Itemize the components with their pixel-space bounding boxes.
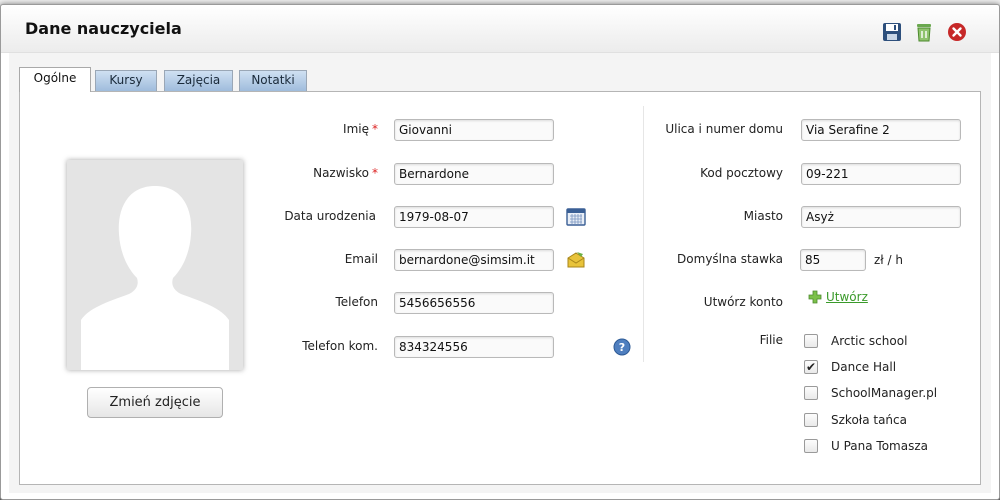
branch-name: SchoolManager.pl [831,386,938,400]
rate-unit: zł / h [874,253,903,267]
trash-icon [917,24,931,42]
calendar-button[interactable] [565,206,587,228]
branch-checkbox[interactable]: ✔ [804,360,818,374]
dialog-title: Dane nauczyciela [25,19,182,38]
create-account-link[interactable]: Utwórz [808,290,868,304]
branch-item: Arctic school [804,332,907,350]
last-name-label: Nazwisko * [313,166,378,180]
column-divider [643,106,644,362]
last-name-input[interactable] [394,163,554,185]
branch-name: Arctic school [831,334,908,348]
branches-label: Filie [759,333,783,347]
envelope-icon [567,252,585,268]
email-input[interactable] [394,249,554,271]
branch-item: SchoolManager.pl [804,384,937,402]
first-name-label: Imię * [343,122,378,136]
change-photo-button[interactable]: Zmień zdjęcie [87,387,223,418]
tab-general[interactable]: Ogólne [19,67,91,92]
close-button[interactable] [946,21,968,43]
branch-item: U Pana Tomasza [804,437,928,455]
email-label: Email [344,252,378,266]
mobile-input[interactable] [394,336,554,358]
branch-name: Szkoła tańca [831,413,907,427]
branch-checkbox[interactable] [804,413,818,427]
first-name-input[interactable] [394,119,554,141]
street-input[interactable] [801,119,961,141]
branch-checkbox[interactable] [804,334,818,348]
city-input[interactable] [801,206,961,228]
delete-button[interactable] [913,21,935,43]
branch-item: ✔ Dance Hall [804,358,896,376]
birth-date-input[interactable] [394,206,554,228]
teacher-dialog: Dane nauczyciela Ogólne Kursy Zajęcia No… [0,4,1000,500]
branch-item: Szkoła tańca [804,411,907,429]
send-email-button[interactable] [565,249,587,271]
close-icon [948,23,966,41]
tab-courses[interactable]: Kursy [95,70,157,91]
account-label: Utwórz konto [703,295,783,309]
tab-classes[interactable]: Zajęcia [164,70,233,91]
phone-input[interactable] [394,292,554,314]
branch-name: Dance Hall [831,360,897,374]
city-label: Miasto [743,209,783,223]
postal-code-input[interactable] [801,163,961,185]
phone-label: Telefon [335,295,378,309]
create-account-label: Utwórz [826,290,868,304]
branch-checkbox[interactable] [804,439,818,453]
tab-notes[interactable]: Notatki [239,70,307,91]
postal-code-label: Kod pocztowy [700,166,783,180]
save-button[interactable] [881,21,903,43]
plus-icon [808,290,822,304]
street-label: Ulica i numer domu [665,122,783,136]
branch-name: U Pana Tomasza [831,439,929,453]
branch-checkbox[interactable] [804,386,818,400]
dialog-body: Ogólne Kursy Zajęcia Notatki Zmień zdjęc… [9,53,991,493]
rate-input[interactable] [800,249,866,271]
dialog-header: Dane nauczyciela [1,5,999,53]
save-icon [883,23,901,41]
general-panel: Zmień zdjęcie Imię* Nazwisko* Data urodz… [19,91,981,485]
mobile-label: Telefon kom. [302,339,378,353]
calendar-icon [566,208,586,226]
birth-date-label: Data urodzenia [284,209,376,223]
rate-label: Domyślna stawka [677,252,783,266]
